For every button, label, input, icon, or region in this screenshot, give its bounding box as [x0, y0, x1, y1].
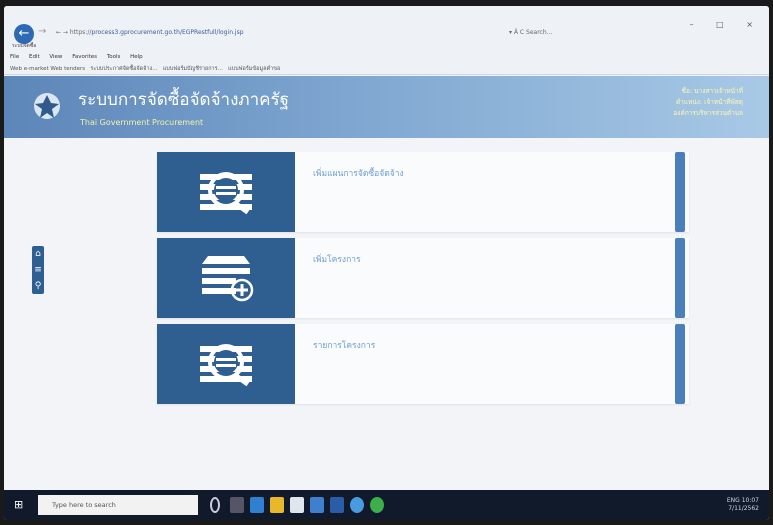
card-edge	[675, 152, 685, 232]
favorites-bar: Web e-market Web tenders ระบบประกาศจัดซื…	[4, 63, 769, 75]
card-tile[interactable]	[157, 152, 295, 232]
browser-titlebar: ← → ← → https://process3.gprocurement.go…	[4, 6, 769, 52]
home-icon[interactable]: ⌂	[32, 246, 44, 262]
forward-arrow-icon[interactable]: →	[38, 26, 46, 37]
store-icon[interactable]	[290, 497, 304, 513]
tray-language: ENG	[726, 497, 740, 504]
task-view-icon[interactable]	[230, 497, 244, 513]
menu-view[interactable]: View	[49, 54, 62, 60]
user-organization: องค์การบริหารส่วนตำบล	[673, 109, 743, 117]
windows-start-icon[interactable]: ⊞	[14, 498, 28, 512]
browser-menubar: File Edit View Favorites Tools Help	[4, 52, 769, 63]
search-icon[interactable]: ⚲	[32, 278, 44, 294]
address-prefix: ← → https://	[56, 29, 92, 36]
back-arrow-icon[interactable]: ←	[14, 24, 34, 44]
address-bar[interactable]: ← → https://process3.gprocurement.go.th/…	[56, 26, 506, 40]
menu-favorites[interactable]: Favorites	[72, 54, 97, 60]
card-tile[interactable]	[157, 324, 295, 404]
card-add-project[interactable]: เพิ่มโครงการ	[157, 238, 689, 318]
system-tray[interactable]: ENG 10:07 7/11/2562	[727, 497, 759, 513]
card-tile[interactable]	[157, 238, 295, 318]
user-name: ชื่อ: นางสาวเจ้าหน้าที่	[681, 87, 743, 95]
menu-help[interactable]: Help	[130, 54, 143, 60]
tray-date: 7/11/2562	[728, 505, 759, 512]
edge-browser-icon[interactable]	[250, 497, 264, 513]
cortana-icon[interactable]	[210, 497, 220, 513]
menu-edit[interactable]: Edit	[29, 54, 40, 60]
word-icon[interactable]	[330, 497, 344, 513]
card-label[interactable]: รายการโครงการ	[313, 338, 375, 352]
menu-file[interactable]: File	[10, 54, 19, 60]
card-label[interactable]: เพิ่มโครงการ	[313, 252, 361, 266]
card-edge	[675, 238, 685, 318]
site-header: ระบบการจัดซื้อจัดจ้างภาครัฐ Thai Governm…	[4, 76, 769, 138]
monitor-screen: ← → ← → https://process3.gprocurement.go…	[4, 6, 769, 520]
card-add-procurement-plan[interactable]: เพิ่มแผนการจัดซื้อจัดจ้าง	[157, 152, 689, 232]
card-project-list[interactable]: รายการโครงการ	[157, 324, 689, 404]
menu-icon[interactable]: ≡	[32, 262, 44, 278]
plan-search-icon	[200, 172, 252, 215]
side-quick-nav: ⌂ ≡ ⚲	[32, 246, 44, 294]
mail-icon[interactable]	[310, 497, 324, 513]
address-url: process3.gprocurement.go.th/EGPRestfull/…	[91, 29, 244, 36]
site-title: ระบบการจัดซื้อจัดจ้างภาครัฐ	[78, 90, 290, 110]
site-subtitle: Thai Government Procurement	[80, 118, 204, 127]
chrome-icon[interactable]	[370, 497, 384, 513]
internet-explorer-icon[interactable]	[350, 497, 364, 513]
project-list-icon	[200, 344, 252, 387]
card-edge	[675, 324, 685, 404]
tab-title: ระบบจัดซื้อ	[12, 43, 37, 49]
browser-search-input[interactable]: ▾ Ä C Search...	[509, 26, 705, 40]
windows-taskbar: ⊞ Type here to search ENG 10:07 7/11/256…	[4, 490, 769, 520]
file-explorer-icon[interactable]	[270, 497, 284, 513]
tray-time: 10:07	[741, 497, 759, 504]
favorite-item[interactable]: ระบบประกาศจัดซื้อจัดจ้าง...	[90, 66, 157, 72]
user-position: ตำแหน่ง: เจ้าหน้าที่พัสดุ	[675, 98, 743, 106]
favorite-item[interactable]: แบบฟอร์มบัญชีรายการ...	[163, 66, 223, 72]
taskbar-search-input[interactable]: Type here to search	[38, 495, 198, 515]
card-label[interactable]: เพิ่มแผนการจัดซื้อจัดจ้าง	[313, 166, 404, 180]
user-info: ชื่อ: นางสาวเจ้าหน้าที่ ตำแหน่ง: เจ้าหน้…	[673, 86, 743, 119]
garuda-logo-icon	[34, 93, 60, 119]
window-controls[interactable]: – □ ×	[690, 20, 763, 29]
browser-tab[interactable]: ระบบจัดซื้อ	[12, 42, 36, 50]
favorite-item[interactable]: แบบฟอร์มข้อมูลคำขอ	[228, 66, 280, 72]
menu-tools[interactable]: Tools	[107, 54, 121, 60]
favorite-item[interactable]: Web e-market Web tenders	[10, 66, 85, 72]
add-project-icon	[202, 256, 254, 302]
